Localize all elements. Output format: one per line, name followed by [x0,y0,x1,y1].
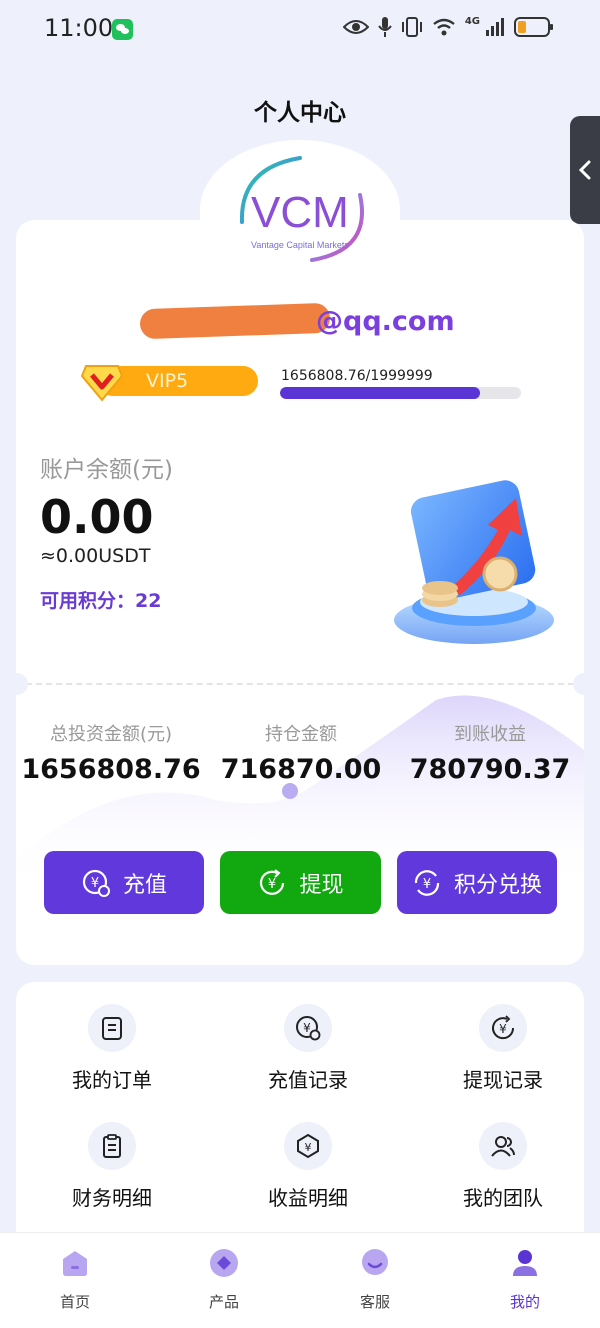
finance-icon [88,1122,136,1170]
profile-icon [513,1250,537,1276]
menu-label: 财务明细 [72,1186,152,1210]
wifi-icon [433,18,455,36]
menu-card: 我的订单 ¥ 充值记录 ¥ 提现记录 财务明细 ¥ 收益明细 我的团队 [16,982,584,1252]
menu-recharge-records[interactable]: ¥ 充值记录 [218,1004,398,1093]
order-icon [88,1004,136,1052]
email-suffix: @qq.com [316,306,455,337]
menu-financial-details[interactable]: 财务明细 [22,1122,202,1211]
stat-value: 716870.00 [220,754,382,785]
withdraw-label: 提现 [299,872,344,898]
svg-text:¥: ¥ [91,876,99,891]
available-points: 可用积分：22 [40,590,162,612]
menu-my-orders[interactable]: 我的订单 [22,1004,202,1093]
withdraw-record-icon: ¥ [479,1004,527,1052]
status-bar: 11:00 4G [0,0,600,58]
income-icon: ¥ [284,1122,332,1170]
logo-text: VCM [251,188,349,237]
recharge-record-icon: ¥ [284,1004,332,1052]
vip-level: VIP5 [146,370,189,392]
status-time: 11:00 [44,14,114,42]
vibrate-icon [401,17,422,37]
signal-icon [486,18,504,36]
recharge-button[interactable]: ¥ 充值 [44,851,204,914]
wechat-notification-icon [112,19,133,40]
menu-label: 我的订单 [72,1068,152,1092]
stat-value: 1656808.76 [21,754,201,785]
tab-products[interactable]: 产品 [164,1247,284,1312]
card-divider [16,683,584,685]
tab-label: 客服 [359,1293,390,1311]
withdraw-button[interactable]: ¥ 提现 [220,851,381,914]
wave-marker-dot [282,783,298,799]
menu-label: 充值记录 [268,1068,348,1092]
vip-progress-bar [280,387,521,399]
product-icon [210,1249,238,1277]
stat-received-income: 到账收益 780790.37 [395,720,585,785]
tab-support[interactable]: 客服 [315,1247,435,1312]
stat-position-amount: 持仓金额 716870.00 [206,720,396,785]
recharge-label: 充值 [122,872,167,898]
withdraw-icon: ¥ [260,868,285,895]
stat-label: 持仓金额 [265,724,337,745]
svg-text:¥: ¥ [303,1021,311,1035]
menu-income-details[interactable]: ¥ 收益明细 [218,1122,398,1211]
vip-progress-label: 1656808.76/1999999 [281,368,433,384]
stat-value: 780790.37 [409,754,571,785]
vip-badge: VIP5 [80,362,258,402]
network-type-label: 4G [464,15,480,27]
support-icon [362,1249,388,1275]
vip-progress-fill [280,387,480,399]
menu-my-team[interactable]: 我的团队 [413,1122,593,1211]
tab-label: 首页 [59,1293,90,1311]
bottom-tab-bar: 首页 产品 客服 我的 [0,1232,600,1328]
menu-label: 提现记录 [463,1068,543,1092]
svg-text:¥: ¥ [499,1022,507,1036]
battery-icon [514,17,553,37]
usdt-value: ≈0.00USDT [40,545,151,567]
microphone-icon [378,17,392,37]
svg-text:¥: ¥ [305,1141,312,1154]
menu-label: 我的团队 [463,1186,543,1210]
tab-home[interactable]: 首页 [15,1247,135,1312]
tab-label: 我的 [509,1293,540,1311]
balance-label: 账户余额(元) [40,457,173,483]
tab-label: 产品 [208,1293,239,1311]
eye-icon [342,20,369,34]
stat-total-investment: 总投资金额(元) 1656808.76 [16,720,206,785]
growth-chart-illustration [394,480,554,644]
chevron-left-icon [578,160,591,180]
side-drawer-handle[interactable] [570,116,600,224]
vip-gem-icon [80,365,124,402]
points-exchange-button[interactable]: ¥ 积分兑换 [397,851,557,914]
svg-text:¥: ¥ [423,877,431,892]
recharge-icon: ¥ [82,869,110,897]
stat-label: 到账收益 [454,724,526,745]
stat-label: 总投资金额(元) [49,724,173,745]
menu-withdraw-records[interactable]: ¥ 提现记录 [413,1004,593,1093]
menu-label: 收益明细 [268,1186,348,1210]
svg-text:¥: ¥ [268,877,276,892]
home-icon [63,1251,87,1276]
team-icon [479,1122,527,1170]
tab-profile[interactable]: 我的 [465,1247,585,1312]
exchange-label: 积分兑换 [453,872,542,898]
logo-subtitle: Vantage Capital Markets [251,240,349,250]
exchange-icon: ¥ [414,869,440,896]
status-icons: 4G [342,15,554,38]
page-title: 个人中心 [254,100,346,126]
balance-value: 0.00 [40,490,154,544]
